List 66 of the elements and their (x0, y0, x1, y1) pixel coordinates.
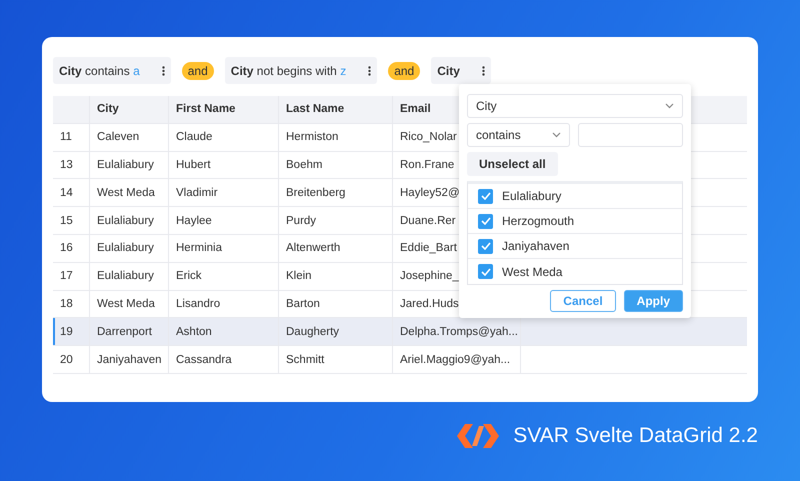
unselect-all-button[interactable]: Unselect all (467, 152, 558, 176)
table-cell: West Meda (90, 290, 169, 318)
chevron-down-icon (552, 132, 561, 138)
row-number: 13 (53, 152, 90, 178)
more-icon[interactable] (368, 66, 372, 76)
chevron-down-icon (665, 103, 674, 109)
field-select[interactable]: City (467, 94, 683, 118)
table-cell: Altenwerth (279, 234, 393, 262)
logo-icon (457, 424, 500, 448)
row-number: 20 (53, 346, 90, 373)
column-header[interactable]: Last Name (279, 96, 393, 123)
check-icon (480, 242, 490, 250)
filter-chip[interactable]: City not begins with z (224, 57, 378, 84)
table-cell: Darrenport (90, 318, 169, 346)
checkbox[interactable] (478, 264, 493, 279)
table-cell: Vladimir (169, 179, 279, 206)
table-cell: Boehm (279, 152, 393, 178)
row-number: 17 (53, 262, 90, 290)
value-input[interactable] (578, 123, 683, 147)
column-header[interactable]: City (90, 96, 169, 123)
table-cell: Erick (169, 262, 279, 290)
checkbox[interactable] (478, 238, 493, 254)
table-cell: Ashton (169, 318, 279, 346)
table-cell: Hubert (169, 152, 279, 178)
check-icon (480, 217, 490, 225)
row-number: 19 (53, 318, 90, 346)
table-cell: Eulaliabury (90, 207, 169, 234)
selected-row[interactable]: 19 Darrenport Ashton Daugherty Delpha.Tromps@yah... (53, 318, 747, 346)
table-cell: Ariel.Maggio9@yah... (393, 346, 521, 373)
table-cell: Herminia (169, 234, 279, 262)
table-cell: Eulaliabury (90, 234, 169, 262)
column-header[interactable]: First Name (169, 96, 279, 123)
filter-chip[interactable]: City (431, 57, 491, 84)
table-cell: Schmitt (279, 346, 393, 373)
joiner-badge: and (388, 62, 420, 80)
brand-title: SVAR Svelte DataGrid 2.2 (513, 424, 758, 448)
check-icon (480, 268, 490, 276)
more-icon[interactable] (482, 66, 485, 76)
row-number: 11 (53, 124, 90, 151)
row-number: 18 (53, 290, 90, 318)
table-cell: Janiyahaven (90, 346, 169, 373)
joiner-badge: and (182, 62, 214, 80)
table-cell: Daugherty (279, 318, 393, 346)
checkbox[interactable] (478, 188, 493, 204)
filter-chip[interactable]: City contains a (53, 57, 171, 84)
table-cell: Hermiston (279, 124, 393, 151)
table-cell: Eulaliabury (90, 262, 169, 290)
table-cell: Klein (279, 262, 393, 290)
table-cell: Caleven (90, 124, 169, 151)
more-icon[interactable] (162, 66, 165, 76)
table-cell: Purdy (279, 207, 393, 234)
table-cell: Lisandro (169, 290, 279, 318)
check-icon (480, 192, 490, 200)
table-cell: Eulaliabury (90, 152, 169, 178)
table-cell: Haylee (169, 207, 279, 234)
table-cell: Claude (169, 124, 279, 151)
table-cell: Cassandra (169, 346, 279, 373)
table-cell: Breitenberg (279, 179, 393, 206)
row-number: 15 (53, 207, 90, 234)
checkbox[interactable] (478, 214, 493, 228)
row-number: 14 (53, 179, 90, 206)
operator-select[interactable]: contains (467, 123, 570, 147)
table-row[interactable]: 20 Janiyahaven Cassandra Schmitt Ariel.Maggio9@yah... (53, 346, 747, 374)
table-cell: Barton (279, 290, 393, 318)
row-number: 16 (53, 234, 90, 262)
table-cell: West Meda (90, 179, 169, 206)
